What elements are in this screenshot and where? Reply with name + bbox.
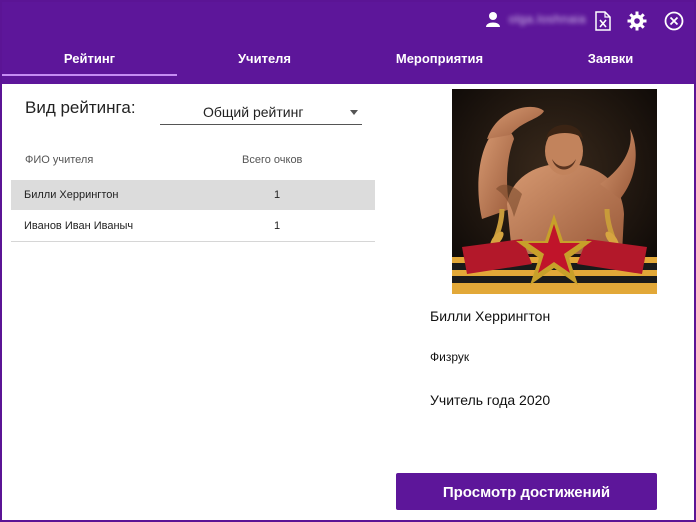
table-row[interactable]: Билли Херрингтон 1	[11, 180, 375, 210]
close-icon[interactable]	[663, 10, 685, 32]
rating-type-label: Вид рейтинга:	[25, 98, 136, 117]
score-cell: 1	[274, 189, 281, 201]
teacher-subject: Физрук	[430, 350, 470, 364]
view-achievements-button[interactable]: Просмотр достижений	[396, 473, 657, 510]
tab-events[interactable]: Мероприятия	[352, 44, 527, 74]
tab-teachers[interactable]: Учителя	[177, 44, 352, 74]
teacher-name: Билли Херрингтон	[430, 308, 551, 324]
app-window: olga.loshnaia Рейтинг Учителя Мероприяти…	[2, 2, 694, 520]
main-tabs: Рейтинг Учителя Мероприятия Заявки	[2, 44, 694, 76]
score-cell: 1	[274, 220, 281, 232]
table-row[interactable]: Иванов Иван Иваныч 1	[11, 211, 375, 242]
chevron-down-icon	[350, 110, 358, 115]
tab-requests[interactable]: Заявки	[527, 44, 694, 74]
teacher-photo	[452, 89, 657, 294]
gear-icon[interactable]	[626, 10, 648, 32]
rating-panel: Вид рейтинга: Общий рейтинг ФИО учителя …	[10, 84, 375, 520]
teacher-name-cell: Иванов Иван Иваныч	[24, 220, 134, 232]
tab-rating[interactable]: Рейтинг	[2, 44, 177, 76]
column-header-score[interactable]: Всего очков	[242, 154, 302, 166]
user-icon	[485, 11, 501, 27]
user-name: olga.loshnaia	[508, 12, 586, 26]
header-bar: olga.loshnaia Рейтинг Учителя Мероприяти…	[2, 2, 694, 84]
rating-type-value: Общий рейтинг	[203, 104, 304, 120]
excel-icon[interactable]	[592, 10, 614, 32]
column-header-name[interactable]: ФИО учителя	[25, 154, 93, 166]
user-info: olga.loshnaia	[485, 11, 586, 27]
rating-type-select[interactable]: Общий рейтинг	[160, 100, 362, 125]
teacher-award: Учитель года 2020	[430, 392, 551, 408]
teacher-name-cell: Билли Херрингтон	[24, 189, 119, 201]
